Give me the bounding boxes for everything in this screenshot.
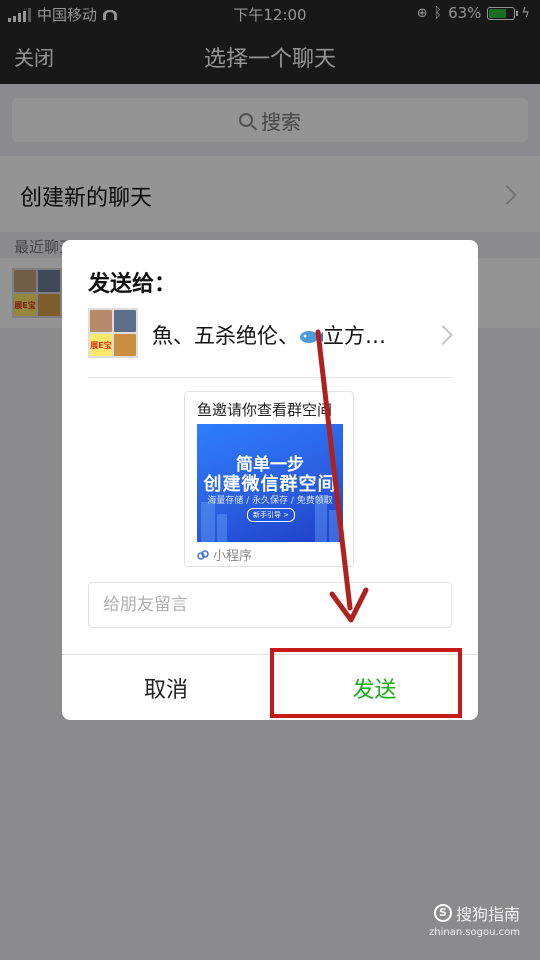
watermark-url: zhinan.sogou.com [428, 927, 520, 938]
watermark: S 搜狗指南 zhinan.sogou.com [429, 901, 520, 938]
watermark-text: 搜狗指南 [455, 905, 520, 924]
sogou-logo-icon: S [433, 904, 452, 922]
annotation-arrow [315, 329, 369, 623]
